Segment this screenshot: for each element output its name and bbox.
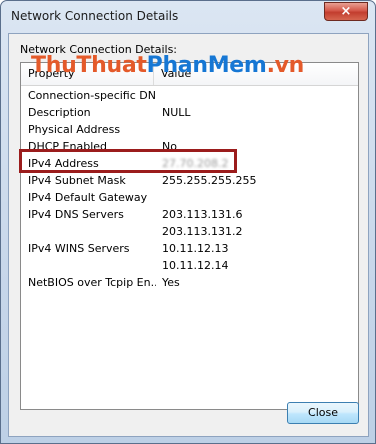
close-button[interactable]: Close — [287, 402, 359, 424]
property-cell: NetBIOS over Tcpip En... — [28, 276, 156, 289]
value-cell: 255.255.255.255 — [162, 174, 257, 187]
list-item[interactable]: 10.11.12.14 — [21, 257, 358, 274]
property-cell: IPv4 DNS Servers — [28, 208, 124, 221]
property-cell: IPv4 Subnet Mask — [28, 174, 126, 187]
title-bar: Network Connection Details × — [1, 1, 375, 35]
value-cell: 10.11.12.13 — [162, 242, 229, 255]
value-cell: 203.113.131.6 — [162, 208, 243, 221]
window-title: Network Connection Details — [11, 9, 179, 23]
property-cell: IPv4 WINS Servers — [28, 242, 130, 255]
dialog-client-area: Network Connection Details: Property Val… — [8, 33, 369, 437]
property-cell: Description — [28, 106, 91, 119]
watermark-logo: ThuThuatPhanMem.vn — [31, 53, 305, 78]
property-cell: Connection-specific DN... — [28, 89, 156, 102]
list-item[interactable]: Description NULL — [21, 104, 358, 121]
list-item[interactable]: IPv4 Default Gateway — [21, 189, 358, 206]
list-item[interactable]: 203.113.131.2 — [21, 223, 358, 240]
value-cell: NULL — [162, 106, 191, 119]
list-item[interactable]: NetBIOS over Tcpip En... Yes — [21, 274, 358, 291]
value-cell: 203.113.131.2 — [162, 225, 243, 238]
value-cell: 10.11.12.14 — [162, 259, 229, 272]
list-item[interactable]: IPv4 WINS Servers 10.11.12.13 — [21, 240, 358, 257]
property-cell: IPv4 Default Gateway — [28, 191, 148, 204]
window-close-button[interactable]: × — [324, 2, 368, 21]
network-connection-details-window: Network Connection Details × Network Con… — [0, 0, 376, 444]
details-list-view[interactable]: Property Value Connection-specific DN...… — [20, 62, 359, 410]
ipv4-address-highlight-box — [19, 149, 237, 173]
list-item[interactable]: IPv4 Subnet Mask 255.255.255.255 — [21, 172, 358, 189]
property-cell: Physical Address — [28, 123, 121, 136]
list-item[interactable]: Physical Address — [21, 121, 358, 138]
list-item[interactable]: Connection-specific DN... — [21, 87, 358, 104]
close-icon: × — [340, 4, 352, 19]
list-item[interactable]: IPv4 DNS Servers 203.113.131.6 — [21, 206, 358, 223]
value-cell: Yes — [162, 276, 180, 289]
